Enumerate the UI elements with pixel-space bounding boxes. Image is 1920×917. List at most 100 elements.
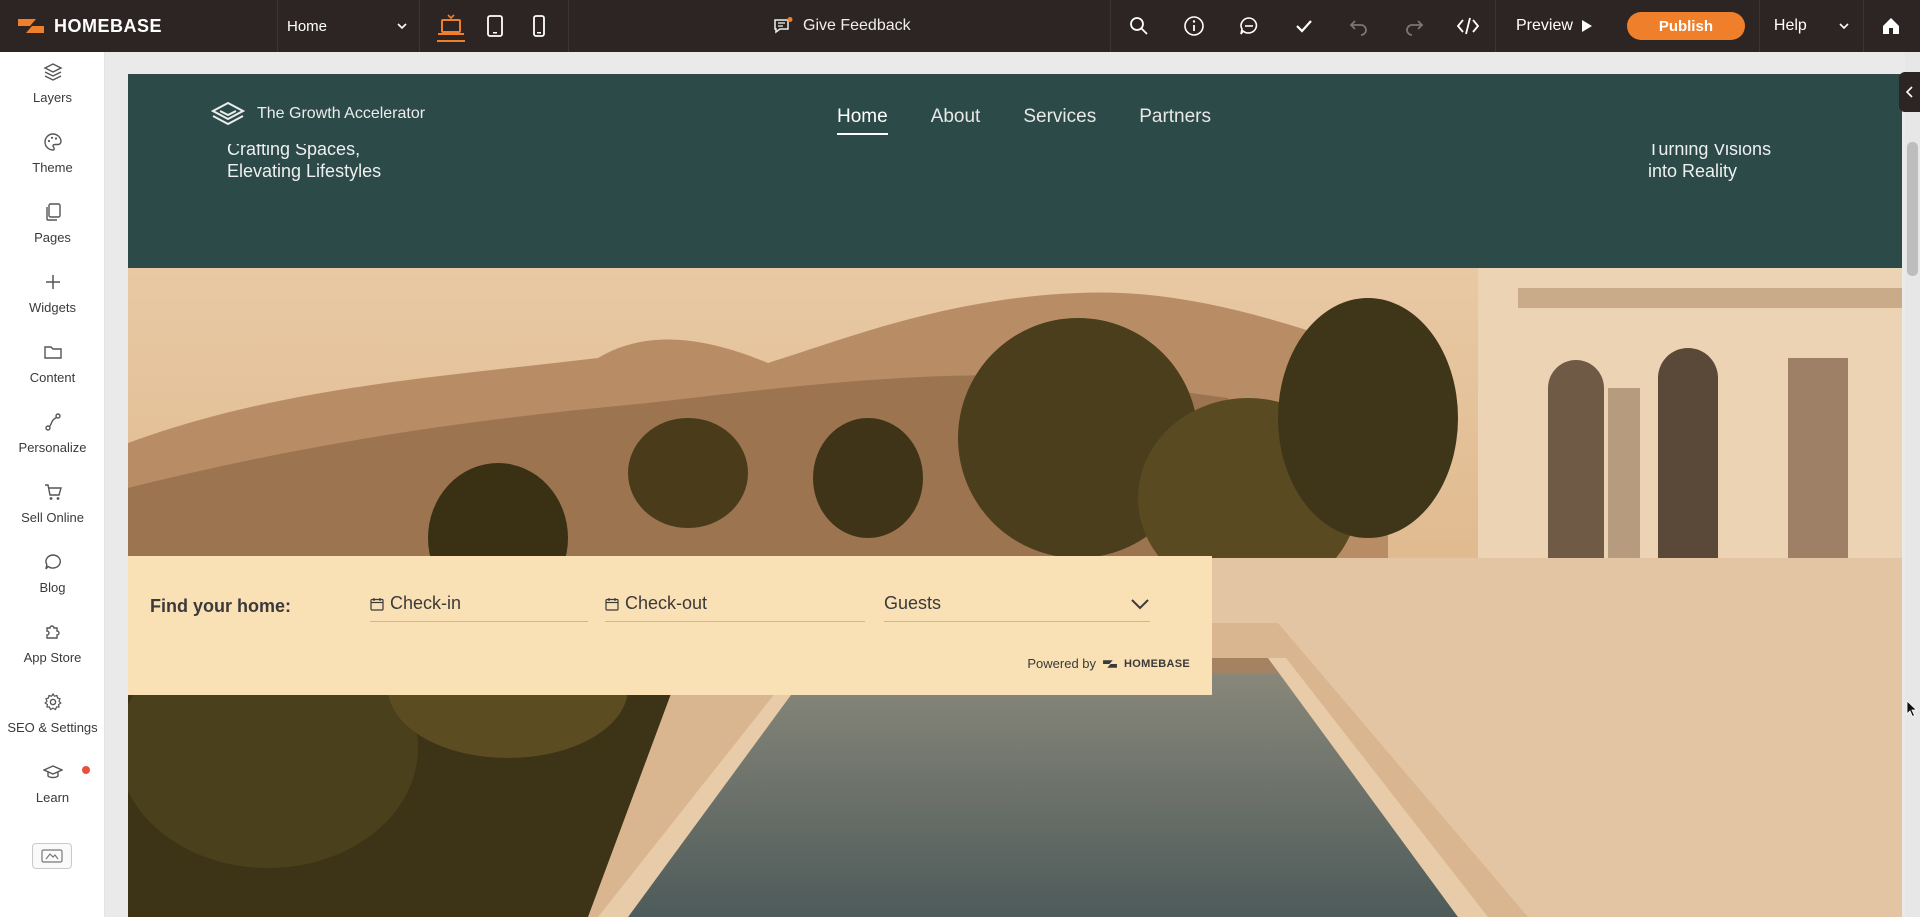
info-icon <box>1183 16 1204 36</box>
sidebar-item-pages[interactable]: Pages <box>0 192 105 254</box>
tagline-left: Crafting Spaces, Elevating Lifestyles <box>227 144 467 190</box>
editor-canvas[interactable]: The Growth Accelerator Home About Servic… <box>105 52 1920 917</box>
checkmark-icon <box>1295 20 1312 33</box>
undo-icon <box>1349 20 1367 36</box>
sidebar-item-label: SEO & Settings <box>7 719 98 735</box>
redo-button[interactable] <box>1386 0 1441 52</box>
tagline-left-line-1: Crafting Spaces, <box>227 144 361 159</box>
calendar-icon <box>605 597 619 611</box>
plus-icon <box>45 274 60 289</box>
image-toggle-icon <box>41 849 63 863</box>
tablet-view-button[interactable] <box>478 6 512 46</box>
notification-dot <box>82 766 90 774</box>
toolbar: Preview Publish Help <box>1110 0 1919 52</box>
home-icon <box>1883 18 1900 34</box>
search-icon <box>1129 17 1148 35</box>
page-select-value: Home <box>287 17 328 35</box>
sidebar-item-widgets[interactable]: Widgets <box>0 262 105 324</box>
checkin-placeholder: Check-in <box>390 593 462 613</box>
sidebar-item-content[interactable]: Content <box>0 332 105 394</box>
guests-select[interactable]: Guests <box>884 586 1150 622</box>
calendar-icon <box>370 597 384 611</box>
help-menu[interactable]: Help <box>1758 0 1864 52</box>
sidebar-item-label: Content <box>29 369 76 385</box>
chevron-left-icon <box>1905 86 1913 98</box>
play-icon <box>1581 20 1592 32</box>
site-brand[interactable]: The Growth Accelerator <box>211 101 425 127</box>
device-switcher <box>420 0 569 52</box>
comments-button[interactable] <box>1221 0 1276 52</box>
phone-icon <box>533 15 545 37</box>
desktop-view-button[interactable] <box>434 6 468 46</box>
comment-icon <box>1239 17 1257 35</box>
booking-widget: Find your home: Check-in Check-out Guest… <box>128 556 1212 695</box>
site-nav-about[interactable]: About <box>931 106 981 135</box>
personalize-icon <box>44 412 61 431</box>
graduation-cap-icon <box>42 764 63 778</box>
sidebar-item-label: Widgets <box>29 299 76 315</box>
sidebar-item-theme[interactable]: Theme <box>0 122 105 184</box>
brand-name: HOMEBASE <box>54 15 163 36</box>
diamond-layers-logo-icon <box>211 101 245 126</box>
checkout-placeholder: Check-out <box>625 593 708 613</box>
info-button[interactable] <box>1166 0 1221 52</box>
website-preview: The Growth Accelerator Home About Servic… <box>128 74 1902 917</box>
dashboard-home-button[interactable] <box>1864 0 1919 52</box>
sidebar-item-label: Learn <box>35 789 70 805</box>
puzzle-icon <box>45 624 60 639</box>
page-select[interactable]: Home <box>278 0 420 52</box>
site-brand-name: The Growth Accelerator <box>257 105 426 122</box>
mouse-cursor-icon <box>1906 700 1918 718</box>
guests-placeholder: Guests <box>884 593 942 613</box>
give-feedback-button[interactable]: Give Feedback <box>773 0 911 52</box>
site-nav-home[interactable]: Home <box>837 106 888 135</box>
publish-button[interactable]: Publish <box>1626 12 1745 40</box>
site-nav-partners[interactable]: Partners <box>1139 106 1211 135</box>
redo-icon <box>1405 20 1423 36</box>
folder-icon <box>43 345 62 359</box>
sidebar-item-label: App Store <box>23 649 82 665</box>
preview-button[interactable]: Preview <box>1496 0 1613 52</box>
tagline-right: Turning Visions into Reality <box>1648 144 1848 190</box>
site-nav-services[interactable]: Services <box>1023 106 1096 135</box>
checkin-field[interactable]: Check-in <box>370 586 588 622</box>
sidebar-item-label: Layers <box>32 89 73 105</box>
checkout-field[interactable]: Check-out <box>605 586 865 622</box>
booking-title: Find your home: <box>150 596 291 616</box>
chevron-down-icon <box>1839 22 1849 29</box>
preview-label: Preview <box>1516 17 1573 34</box>
feedback-widget-button[interactable] <box>32 843 72 869</box>
gear-icon <box>43 692 62 710</box>
sidebar-item-personalize[interactable]: Personalize <box>0 402 105 464</box>
tablet-icon <box>487 15 503 37</box>
sidebar-item-layers[interactable]: Layers <box>0 52 105 114</box>
homebase-logo[interactable]: HOMEBASE <box>0 0 278 52</box>
scrollbar-thumb[interactable] <box>1907 142 1918 276</box>
checklist-button[interactable] <box>1276 0 1331 52</box>
sidebar-item-app-store[interactable]: App Store <box>0 612 105 674</box>
sidebar-item-label: Theme <box>32 159 73 175</box>
give-feedback-label: Give Feedback <box>803 17 911 34</box>
laptop-icon <box>438 14 464 35</box>
homebase-logo-mark-icon <box>1103 659 1117 668</box>
code-icon <box>1457 17 1479 35</box>
sidebar-item-label: Sell Online <box>21 509 84 525</box>
code-button[interactable] <box>1441 0 1496 52</box>
cart-icon <box>44 483 62 500</box>
search-button[interactable] <box>1111 0 1166 52</box>
sidebar-item-seo-settings[interactable]: SEO & Settings <box>0 682 105 744</box>
left-sidebar: Layers Theme Pages Widgets Content Perso… <box>0 52 105 917</box>
powered-by: Powered by HOMEBASE <box>1027 656 1190 671</box>
undo-button[interactable] <box>1331 0 1386 52</box>
homebase-logo-mark-icon <box>18 19 44 33</box>
sidebar-item-sell-online[interactable]: Sell Online <box>0 472 105 534</box>
collapse-panel-button[interactable] <box>1899 72 1920 112</box>
tagline-right-line-2: into Reality <box>1648 161 1738 181</box>
mobile-view-button[interactable] <box>522 6 556 46</box>
chat-bubble-icon <box>44 553 61 569</box>
sidebar-item-blog[interactable]: Blog <box>0 542 105 604</box>
help-label: Help <box>1773 17 1807 34</box>
site-header: The Growth Accelerator Home About Servic… <box>128 74 1902 268</box>
sidebar-item-label: Pages <box>34 229 71 245</box>
sidebar-item-learn[interactable]: Learn <box>0 752 105 814</box>
